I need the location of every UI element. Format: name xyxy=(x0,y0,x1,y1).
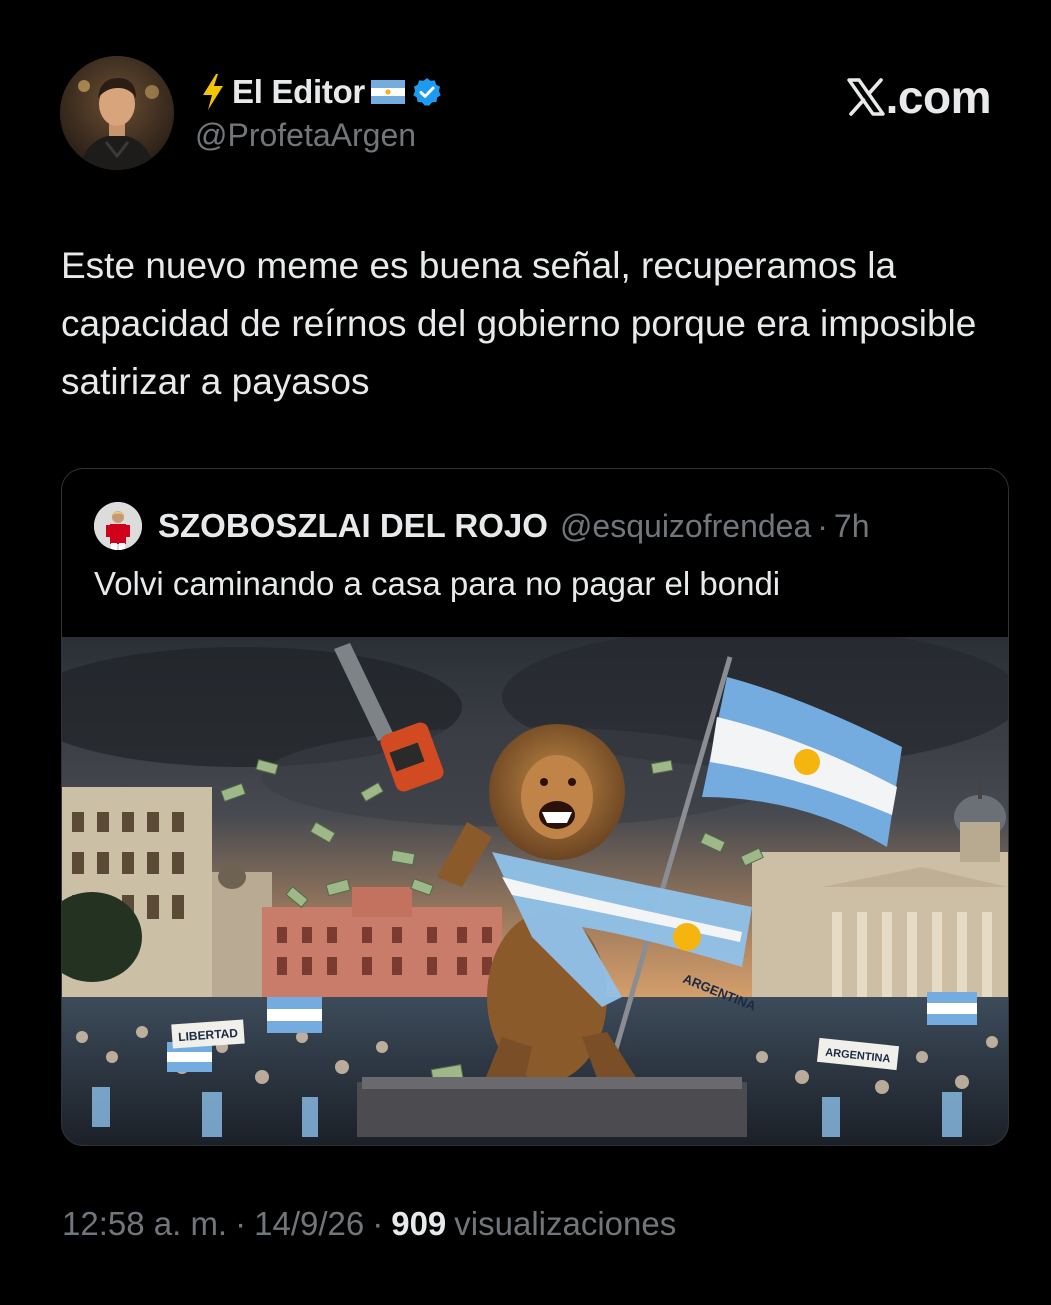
author-display-name[interactable]: El Editor xyxy=(232,73,365,111)
quoted-tweet-header: SZOBOSZLAI DEL ROJO @esquizofrendea · 7h xyxy=(94,501,870,551)
quoted-separator: · xyxy=(817,507,828,544)
tweet-meta: 12:58 a. m. · 14/9/26 · 909 visualizacio… xyxy=(62,1205,676,1243)
tweet-text: Este nuevo meme es buena señal, recupera… xyxy=(61,245,977,402)
quoted-tweet-text: Volvi caminando a casa para no pagar el … xyxy=(94,565,781,602)
meta-separator: · xyxy=(235,1205,247,1242)
quoted-tweet-card[interactable]: SZOBOSZLAI DEL ROJO @esquizofrendea · 7h… xyxy=(61,468,1009,1146)
verified-badge-icon[interactable] xyxy=(411,76,443,108)
author-avatar[interactable] xyxy=(60,56,174,170)
quoted-author-name[interactable]: SZOBOSZLAI DEL ROJO xyxy=(158,507,548,545)
quoted-timestamp[interactable]: 7h xyxy=(834,508,870,545)
argentina-flag-icon xyxy=(370,80,405,104)
quoted-author-handle[interactable]: @esquizofrendea xyxy=(560,508,811,545)
quoted-tweet-image[interactable]: LIBERTAD ARGENTINA ARGENTINA xyxy=(62,637,1008,1145)
tweet-date[interactable]: 14/9/26 xyxy=(254,1205,364,1243)
brand-label: .com xyxy=(885,71,992,123)
author-name-row[interactable]: El Editor xyxy=(200,70,443,114)
tweet-time[interactable]: 12:58 a. m. xyxy=(62,1205,227,1243)
views-count[interactable]: 909 xyxy=(391,1205,446,1243)
lightning-bolt-icon xyxy=(200,73,226,111)
author-handle[interactable]: @ProfetaArgen xyxy=(195,117,416,154)
views-label: visualizaciones xyxy=(454,1205,677,1242)
brand-watermark: .com xyxy=(846,70,992,124)
meta-separator: · xyxy=(372,1205,384,1242)
x-logo-icon xyxy=(846,77,886,117)
quoted-author-avatar[interactable] xyxy=(94,502,142,550)
author-avatar-image xyxy=(60,56,174,170)
